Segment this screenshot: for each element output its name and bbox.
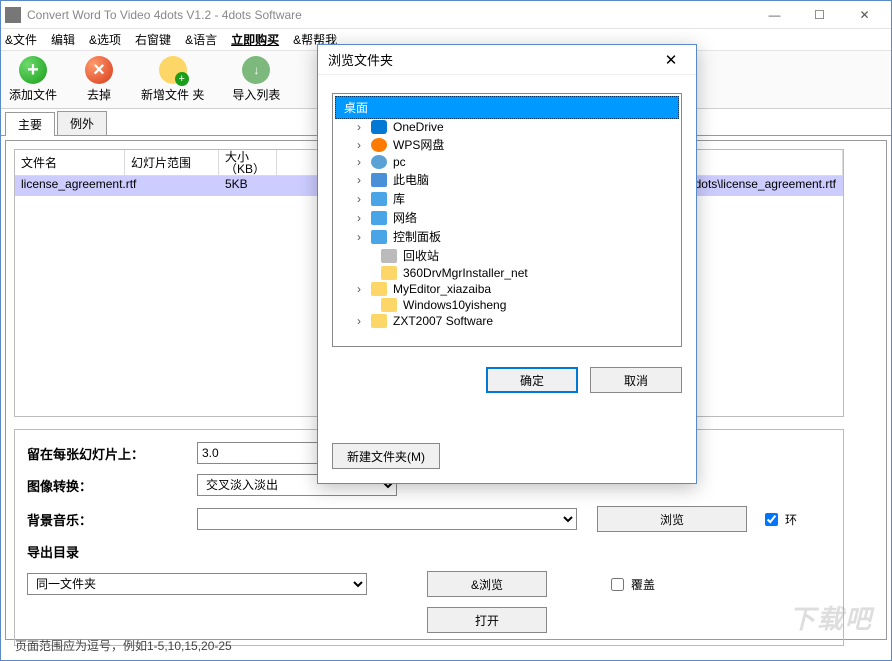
chevron-right-icon: › xyxy=(353,282,365,296)
folder-icon xyxy=(371,282,387,296)
recyclebin-icon xyxy=(381,249,397,263)
tab-main[interactable]: 主要 xyxy=(5,112,55,136)
remove-label: 去掉 xyxy=(87,86,111,103)
chevron-right-icon: › xyxy=(353,173,365,187)
window-title: Convert Word To Video 4dots V1.2 - 4dots… xyxy=(27,8,752,22)
tree-item-recyclebin[interactable]: 回收站 xyxy=(335,246,679,265)
imgconv-label: 图像转换： xyxy=(27,476,197,495)
close-button[interactable]: ✕ xyxy=(842,1,887,29)
tree-item-onedrive[interactable]: ›OneDrive xyxy=(335,119,679,135)
app-icon xyxy=(5,7,21,23)
chevron-right-icon: › xyxy=(353,211,365,225)
col-slide-range[interactable]: 幻灯片范围 xyxy=(125,150,219,175)
folder-icon xyxy=(381,266,397,280)
col-filename[interactable]: 文件名 xyxy=(15,150,125,175)
menu-rightkey[interactable]: 右窗键 xyxy=(135,31,171,48)
remove-icon xyxy=(85,56,113,84)
tree-item-thispc[interactable]: ›此电脑 xyxy=(335,170,679,189)
tree-item-folder[interactable]: ›MyEditor_xiazaiba xyxy=(335,281,679,297)
add-file-button[interactable]: 添加文件 xyxy=(9,56,57,103)
import-label: 导入列表 xyxy=(232,86,280,103)
tree-item-folder[interactable]: ›ZXT2007 Software xyxy=(335,313,679,329)
add-icon xyxy=(19,56,47,84)
export-label: 导出目录 xyxy=(27,542,197,561)
tree-item-wps[interactable]: ›WPS网盘 xyxy=(335,135,679,154)
maximize-button[interactable]: ☐ xyxy=(797,1,842,29)
chevron-right-icon: › xyxy=(353,192,365,206)
overwrite-label: 覆盖 xyxy=(631,576,655,593)
minimize-button[interactable]: — xyxy=(752,1,797,29)
tree-item-folder[interactable]: 360DrvMgrInstaller_net xyxy=(335,265,679,281)
cell-filename: license_agreement.rtf xyxy=(15,176,125,196)
browse-folder-dialog: 浏览文件夹 ✕ 桌面 ›OneDrive ›WPS网盘 ›pc ›此电脑 ›库 … xyxy=(317,44,697,484)
bgm-label: 背景音乐： xyxy=(27,510,197,529)
menu-language[interactable]: &语言 xyxy=(185,31,217,48)
tree-item-controlpanel[interactable]: ›控制面板 xyxy=(335,227,679,246)
remove-button[interactable]: 去掉 xyxy=(85,56,113,103)
import-icon xyxy=(242,56,270,84)
tree-item-libraries[interactable]: ›库 xyxy=(335,189,679,208)
library-icon xyxy=(371,192,387,206)
bgm-browse-button[interactable]: 浏览 xyxy=(597,506,747,532)
tree-root-desktop[interactable]: 桌面 xyxy=(335,96,679,119)
wps-icon xyxy=(371,138,387,152)
menu-options[interactable]: &选项 xyxy=(89,31,121,48)
overwrite-check[interactable] xyxy=(611,578,624,591)
chevron-right-icon: › xyxy=(353,155,365,169)
loop-label: 环 xyxy=(785,511,797,528)
dialog-titlebar: 浏览文件夹 ✕ xyxy=(318,45,696,75)
cell-size: 5KB xyxy=(219,176,277,196)
desktop-label: 桌面 xyxy=(344,99,368,116)
menu-file[interactable]: &文件 xyxy=(5,31,37,48)
export-browse-button[interactable]: &浏览 xyxy=(427,571,547,597)
open-button[interactable]: 打开 xyxy=(427,607,547,633)
add-folder-button[interactable]: 新增文件 夹 xyxy=(141,56,204,103)
tree-item-pc[interactable]: ›pc xyxy=(335,154,679,170)
dialog-title: 浏览文件夹 xyxy=(328,50,393,69)
folder-icon xyxy=(159,56,187,84)
col-size[interactable]: 大小（KB） xyxy=(219,150,277,175)
page-range-hint: 页面范围应为逗号，例如1-5,10,15,20-25 xyxy=(15,637,232,654)
menu-edit[interactable]: 编辑 xyxy=(51,31,75,48)
folder-icon xyxy=(371,314,387,328)
dialog-close-button[interactable]: ✕ xyxy=(656,45,686,75)
title-bar: Convert Word To Video 4dots V1.2 - 4dots… xyxy=(1,1,891,29)
chevron-right-icon: › xyxy=(353,314,365,328)
folder-tree[interactable]: 桌面 ›OneDrive ›WPS网盘 ›pc ›此电脑 ›库 ›网络 ›控制面… xyxy=(332,93,682,347)
chevron-right-icon: › xyxy=(353,120,365,134)
bgm-select[interactable] xyxy=(197,508,577,530)
network-icon xyxy=(371,211,387,225)
cancel-button[interactable]: 取消 xyxy=(590,367,682,393)
onedrive-icon xyxy=(371,120,387,134)
tab-exception[interactable]: 例外 xyxy=(57,111,107,135)
tree-item-network[interactable]: ›网络 xyxy=(335,208,679,227)
export-select[interactable]: 同一文件夹 xyxy=(27,573,367,595)
loop-checkbox[interactable]: 环 xyxy=(761,510,797,529)
add-label: 添加文件 xyxy=(9,86,57,103)
user-icon xyxy=(371,155,387,169)
cell-slide xyxy=(125,176,219,196)
addfolder-label: 新增文件 夹 xyxy=(141,86,204,103)
controlpanel-icon xyxy=(371,230,387,244)
ok-button[interactable]: 确定 xyxy=(486,367,578,393)
overwrite-checkbox[interactable]: 覆盖 xyxy=(607,575,655,594)
menu-buy[interactable]: 立即购买 xyxy=(231,31,279,48)
tree-item-folder[interactable]: Windows10yisheng xyxy=(335,297,679,313)
import-list-button[interactable]: 导入列表 xyxy=(232,56,280,103)
chevron-right-icon: › xyxy=(353,230,365,244)
loop-check[interactable] xyxy=(765,513,778,526)
stay-label: 留在每张幻灯片上： xyxy=(27,444,197,463)
new-folder-button[interactable]: 新建文件夹(M) xyxy=(332,443,440,469)
folder-icon xyxy=(381,298,397,312)
computer-icon xyxy=(371,173,387,187)
chevron-right-icon: › xyxy=(353,138,365,152)
